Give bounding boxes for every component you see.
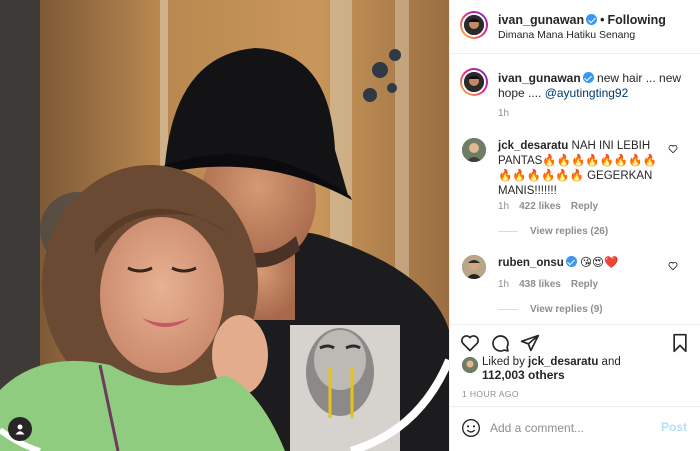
- liked-by-avatar[interactable]: [462, 357, 478, 373]
- caption-username[interactable]: ivan_gunawan: [498, 71, 581, 85]
- caption-author-avatar[interactable]: [460, 68, 488, 96]
- caption-mention-link[interactable]: @ayutingting92: [545, 86, 629, 100]
- post-timestamp[interactable]: 1 HOUR AGO: [462, 389, 519, 399]
- caption: ivan_gunawan new hair ... new hope .... …: [498, 71, 688, 101]
- comments-section[interactable]: ivan_gunawan new hair ... new hope .... …: [450, 54, 700, 324]
- comment-meta: 1h 422 likes Reply: [498, 201, 608, 212]
- view-replies-label: View replies (9): [530, 304, 603, 315]
- emoji-smiley-icon[interactable]: [461, 418, 481, 438]
- post-header: ivan_gunawan • Following Dimana Mana Hatik…: [450, 0, 700, 54]
- view-replies-button[interactable]: View replies (26): [498, 226, 608, 237]
- comment-like-heart-icon[interactable]: [668, 261, 678, 271]
- post-comment-button[interactable]: Post: [661, 420, 687, 434]
- verified-badge-icon: [565, 256, 577, 267]
- comment-timestamp[interactable]: 1h: [498, 201, 509, 212]
- comment-input[interactable]: [490, 419, 650, 437]
- post-details-panel: ivan_gunawan • Following Dimana Mana Hatik…: [449, 0, 700, 451]
- liked-by-and: and: [598, 356, 621, 368]
- comment-timestamp[interactable]: 1h: [498, 279, 509, 290]
- comment-like-heart-icon[interactable]: [668, 144, 678, 154]
- post-photo[interactable]: [0, 0, 449, 451]
- divider-line: [498, 230, 518, 232]
- author-username[interactable]: ivan_gunawan: [498, 13, 584, 27]
- comment-username[interactable]: ruben_onsu: [498, 257, 564, 269]
- verified-badge-icon: [586, 14, 598, 25]
- comment-bubble-icon[interactable]: [490, 333, 510, 353]
- like-heart-icon[interactable]: [460, 333, 480, 353]
- comment-avatar[interactable]: [462, 138, 486, 162]
- comment-likes-count[interactable]: 422 likes: [519, 201, 561, 212]
- likes-count[interactable]: 112,003 others: [482, 368, 565, 383]
- comment-avatar[interactable]: [462, 255, 486, 279]
- comment-username[interactable]: jck_desaratu: [498, 140, 568, 152]
- divider-line: [498, 308, 518, 310]
- instagram-post: ivan_gunawan • Following Dimana Mana Hatik…: [0, 0, 700, 451]
- share-paper-plane-icon[interactable]: [520, 333, 540, 353]
- save-bookmark-icon[interactable]: [670, 333, 690, 353]
- author-avatar[interactable]: [460, 11, 488, 39]
- comment-reply-button[interactable]: Reply: [571, 279, 598, 290]
- verified-badge-icon: [582, 72, 594, 83]
- comment-body: 😘😍❤️: [580, 257, 619, 269]
- comment-likes-count[interactable]: 438 likes: [519, 279, 561, 290]
- view-replies-label: View replies (26): [530, 226, 609, 237]
- comment-text: jck_desaratu NAH INI LEBIH PANTAS🔥🔥🔥🔥🔥🔥🔥…: [498, 139, 668, 199]
- comment-text: ruben_onsu 😘😍❤️: [498, 256, 668, 271]
- liked-by-prefix: Liked by: [482, 356, 529, 368]
- comment-reply-button[interactable]: Reply: [571, 201, 598, 212]
- person-icon: [15, 424, 25, 435]
- liked-by-username[interactable]: jck_desaratu: [528, 356, 598, 368]
- location-link[interactable]: Dimana Mana Hatiku Senang: [498, 29, 635, 41]
- add-comment-bar: Post: [450, 406, 700, 451]
- following-button[interactable]: Following: [608, 13, 666, 27]
- header-user-line: ivan_gunawan • Following: [498, 13, 666, 27]
- caption-timestamp[interactable]: 1h: [498, 108, 509, 119]
- user-tags-button[interactable]: [8, 417, 32, 441]
- comment-meta: 1h 438 likes Reply: [498, 279, 608, 290]
- view-replies-button[interactable]: View replies (9): [498, 304, 603, 315]
- separator-dot: •: [600, 13, 605, 27]
